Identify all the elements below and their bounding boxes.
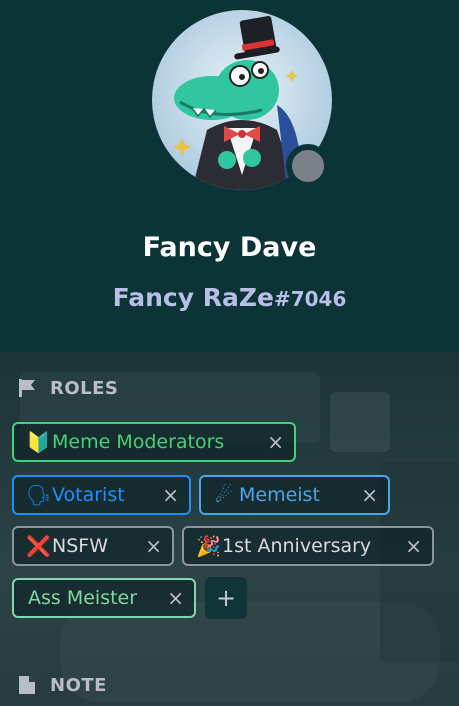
remove-role-button[interactable]: × <box>405 534 422 558</box>
remove-role-button[interactable]: × <box>162 483 179 507</box>
username-text: Fancy RaZe <box>112 283 274 312</box>
role-emoji-icon: ☄ <box>215 483 233 507</box>
status-indicator <box>286 144 330 188</box>
remove-role-button[interactable]: × <box>361 483 378 507</box>
profile-header: Fancy Dave Fancy RaZe#7046 <box>0 0 459 352</box>
note-section-title: NOTE <box>18 673 107 697</box>
role-meme-moderators: 🔰 Meme Moderators × <box>12 422 296 462</box>
role-memeist: ☄ Memeist × <box>199 475 390 515</box>
role-emoji-icon: 🎉 <box>196 534 221 558</box>
role-name: Ass Meister <box>28 587 138 609</box>
display-name: Fancy Dave <box>142 232 317 263</box>
remove-role-button[interactable]: × <box>167 586 184 610</box>
roles-section-title: ROLES <box>18 376 118 400</box>
role-name: NSFW <box>52 535 108 557</box>
remove-role-button[interactable]: × <box>267 430 284 454</box>
role-emoji-icon: 🔰 <box>26 430 51 454</box>
background-decoration <box>330 392 390 452</box>
role-name: Votarist <box>52 484 125 506</box>
role-name: Meme Moderators <box>52 431 225 453</box>
note-title-text: NOTE <box>50 674 107 696</box>
role-ass-meister: Ass Meister × <box>12 578 196 618</box>
discriminator: #7046 <box>273 287 347 311</box>
role-votarist: 🗣 Votarist × <box>12 475 191 515</box>
role-name: Memeist <box>239 484 320 506</box>
role-emoji-icon: ❌ <box>26 534 51 558</box>
role-emoji-icon: 🗣 <box>26 483 52 507</box>
username: Fancy RaZe#7046 <box>0 283 459 312</box>
roles-title-text: ROLES <box>50 377 119 399</box>
role-1st-anniversary: 🎉 1st Anniversary × <box>182 526 434 566</box>
role-nsfw: ❌ NSFW × <box>12 526 174 566</box>
flag-icon <box>19 379 35 397</box>
remove-role-button[interactable]: × <box>145 534 162 558</box>
add-role-button[interactable]: + <box>205 577 247 619</box>
role-name: 1st Anniversary <box>222 535 372 557</box>
note-icon <box>19 676 35 694</box>
